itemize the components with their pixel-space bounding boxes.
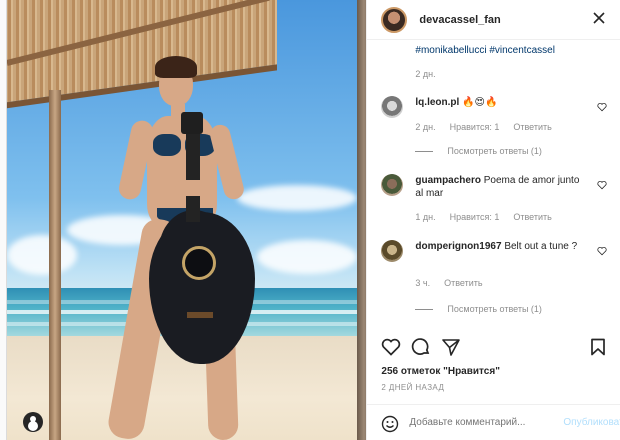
avatar[interactable] — [381, 96, 404, 118]
comment-text: 🔥😍🔥 — [462, 97, 498, 108]
comment-input[interactable] — [409, 417, 560, 428]
comment-time: 2 дн. — [415, 122, 436, 132]
close-icon[interactable] — [592, 11, 606, 25]
reply-button[interactable]: Ответить — [444, 278, 482, 288]
wooden-pole — [49, 90, 61, 440]
post-photo[interactable] — [7, 0, 367, 440]
avatar[interactable] — [381, 240, 404, 262]
bookmark-icon[interactable] — [590, 338, 606, 356]
avatar[interactable] — [381, 174, 404, 196]
author-username[interactable]: devacassel_fan — [419, 14, 500, 26]
publish-button[interactable]: Опубликовать — [563, 417, 620, 428]
caption-time: 2 дн. — [415, 69, 436, 79]
view-replies[interactable]: Посмотреть ответы (1) — [415, 146, 542, 156]
comment-username[interactable]: domperignon1967 — [415, 241, 501, 252]
post-actions — [381, 338, 606, 358]
cloud — [7, 235, 77, 275]
comment-bubble-icon[interactable] — [411, 338, 431, 356]
comments-list: #monikabellucci #vincentcassel 2 дн. lq.… — [367, 40, 620, 330]
share-icon[interactable] — [441, 338, 461, 356]
post-dialog: devacassel_fan #monikabellucci #vincentc… — [6, 0, 620, 440]
post-date: 2 ДНЕЙ НАЗАД — [381, 383, 445, 392]
caption-hashtags[interactable]: #monikabellucci #vincentcassel — [415, 45, 555, 56]
comment-username[interactable]: guampachero — [415, 175, 481, 186]
reply-button[interactable]: Ответить — [513, 122, 551, 132]
heart-icon[interactable] — [597, 180, 607, 190]
comment-likes[interactable]: Нравится: 1 — [450, 212, 500, 222]
likes-count[interactable]: 256 отметок "Нравится" — [381, 366, 500, 377]
post-side-panel: devacassel_fan #monikabellucci #vincentc… — [366, 0, 620, 440]
heart-icon[interactable] — [597, 102, 607, 112]
heart-icon[interactable] — [597, 246, 607, 256]
cloud — [257, 240, 357, 274]
comment-likes[interactable]: Нравится: 1 — [450, 122, 500, 132]
reply-button[interactable]: Ответить — [513, 212, 551, 222]
avatar[interactable] — [381, 6, 408, 33]
add-comment-bar: Опубликовать — [367, 404, 620, 440]
cloud — [237, 185, 357, 211]
comment-username[interactable]: lq.leon.pl — [415, 97, 459, 108]
hair — [155, 56, 197, 78]
wooden-pole — [357, 0, 367, 440]
like-heart-icon[interactable] — [381, 338, 401, 356]
emoji-icon[interactable] — [381, 415, 399, 433]
comment-time: 3 ч. — [415, 278, 431, 288]
hands — [175, 180, 211, 196]
user-tags-icon[interactable] — [23, 412, 43, 432]
comment-text: Belt out a tune ? — [504, 241, 578, 252]
view-replies[interactable]: Посмотреть ответы (1) — [415, 304, 542, 314]
comment-time: 1 дн. — [415, 212, 436, 222]
post-header: devacassel_fan — [367, 0, 620, 40]
